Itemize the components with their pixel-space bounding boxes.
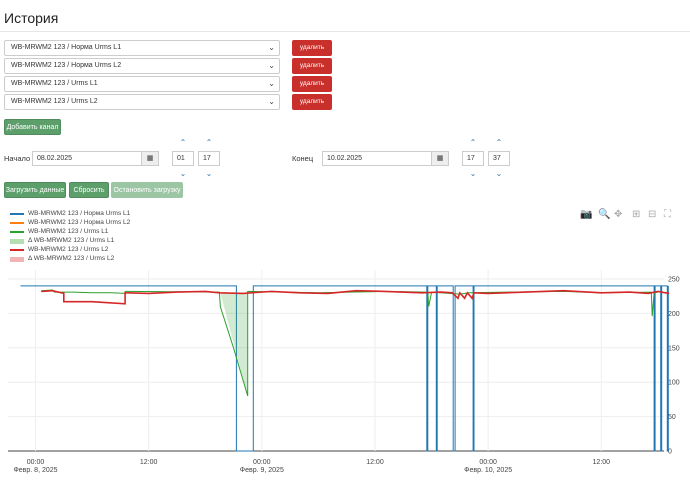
- x-tick-time: 00:00: [253, 459, 271, 466]
- x-tick-time: 12:00: [140, 459, 158, 466]
- y-tick-label: 50: [668, 414, 676, 421]
- series-area: [220, 292, 248, 396]
- history-chart[interactable]: 25020015010050000:00Февр. 8, 202512:00 00…: [0, 0, 690, 480]
- series-line: [41, 289, 658, 397]
- x-tick-date: Февр. 8, 2025: [13, 467, 57, 474]
- x-tick-time: 00:00: [479, 459, 497, 466]
- y-tick-label: 150: [668, 345, 680, 352]
- x-tick-date: Февр. 10, 2025: [464, 467, 512, 474]
- y-tick-label: 200: [668, 311, 680, 318]
- series-line: [20, 285, 669, 452]
- y-tick-label: 100: [668, 380, 680, 387]
- x-tick-time: 12:00: [593, 459, 611, 466]
- x-tick-time: 12:00: [366, 459, 384, 466]
- x-tick-time: 00:00: [27, 459, 45, 466]
- series-line: [41, 289, 670, 305]
- x-tick-date: Февр. 9, 2025: [240, 467, 284, 474]
- y-tick-label: 250: [668, 277, 680, 284]
